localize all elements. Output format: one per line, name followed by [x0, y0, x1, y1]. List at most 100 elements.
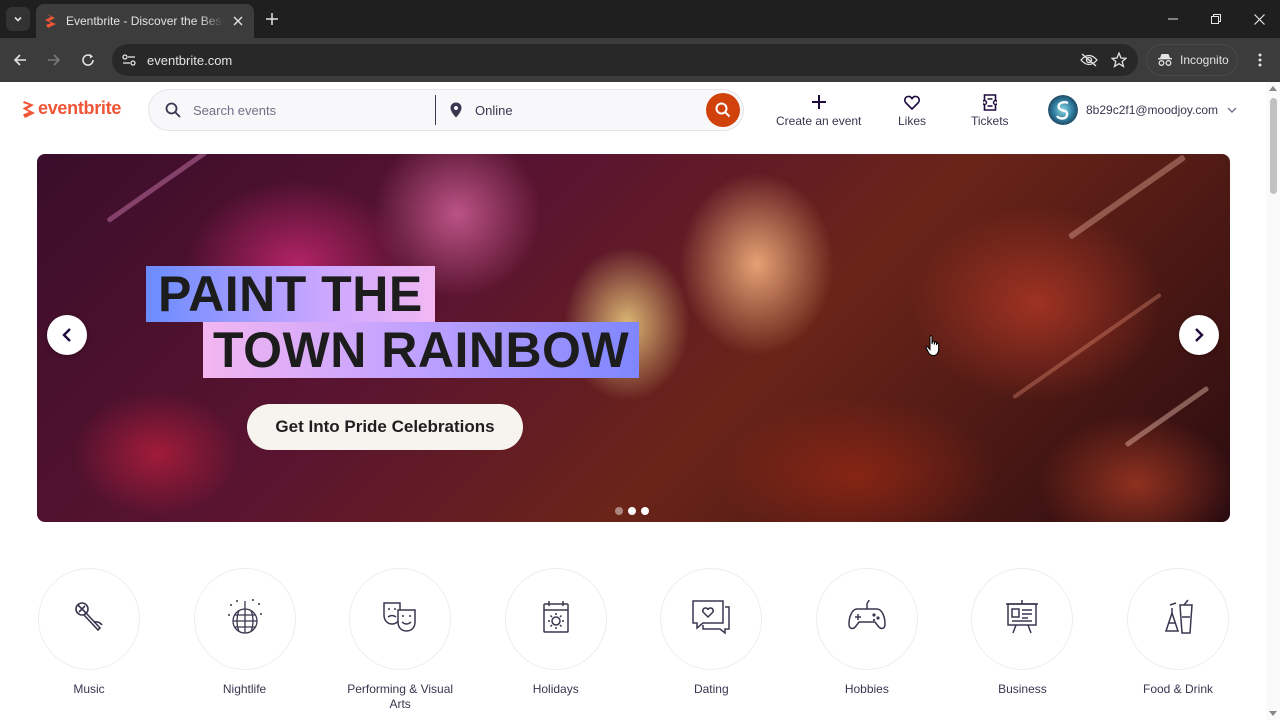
window-restore-button[interactable] — [1205, 8, 1227, 30]
food-drink-icon — [1158, 597, 1198, 642]
chevron-left-icon — [62, 328, 72, 342]
tab-search-button[interactable] — [6, 7, 30, 31]
create-event-label: Create an event — [776, 114, 861, 128]
window-close-button[interactable] — [1248, 8, 1270, 30]
category-icon-circle[interactable] — [38, 568, 140, 670]
browser-menu-button[interactable] — [1250, 50, 1270, 70]
ticket-icon — [980, 92, 1000, 112]
create-event-button[interactable]: Create an event — [776, 92, 861, 128]
search-submit-button[interactable] — [706, 93, 740, 127]
address-bar[interactable]: eventbrite.com — [112, 44, 1138, 76]
carousel-next-button[interactable] — [1179, 315, 1219, 355]
scroll-down-arrow-icon[interactable] — [1269, 711, 1277, 716]
category-icon-circle[interactable] — [349, 568, 451, 670]
plus-icon — [266, 13, 278, 25]
hero-carousel: PAINT THE TOWN RAINBOW Get Into Pride Ce… — [37, 154, 1230, 522]
location-input[interactable] — [475, 103, 685, 118]
category-icon-circle[interactable] — [1127, 568, 1229, 670]
calendar-sun-icon — [536, 597, 576, 642]
category-item[interactable]: Hobbies — [815, 568, 919, 697]
site-header: eventbrite Create an event — [0, 82, 1266, 138]
carousel-dot[interactable] — [641, 507, 649, 515]
category-item[interactable]: Performing & Visual Arts — [348, 568, 452, 712]
account-menu[interactable]: 8b29c2f1@moodjoy.com — [1048, 95, 1238, 125]
search-divider — [435, 95, 436, 125]
kebab-menu-icon — [1258, 53, 1262, 67]
search-events-input[interactable] — [193, 103, 433, 118]
category-list: Music Nightlife Performing & Visual Arts Ho… — [37, 568, 1230, 718]
forward-button[interactable] — [42, 48, 66, 72]
category-icon-circle[interactable] — [816, 568, 918, 670]
scroll-up-arrow-icon[interactable] — [1269, 86, 1277, 91]
category-item[interactable]: Food & Drink — [1126, 568, 1230, 697]
category-label[interactable]: Music — [29, 682, 149, 697]
category-label[interactable]: Dating — [651, 682, 771, 697]
category-icon-circle[interactable] — [660, 568, 762, 670]
category-icon-circle[interactable] — [971, 568, 1073, 670]
avatar — [1048, 95, 1078, 125]
incognito-indicator[interactable]: Incognito — [1146, 44, 1238, 76]
logo-text: eventbrite — [38, 98, 121, 119]
new-tab-button[interactable] — [262, 9, 282, 29]
browser-tab-active[interactable]: Eventbrite - Discover the Best Local Eve… — [36, 4, 254, 38]
account-email: 8b29c2f1@moodjoy.com — [1086, 103, 1218, 117]
url-text[interactable]: eventbrite.com — [147, 53, 1078, 68]
hero-decor-shard — [1068, 154, 1186, 239]
category-item[interactable]: Dating — [659, 568, 763, 697]
category-item[interactable]: Holidays — [504, 568, 608, 697]
window-minimize-button[interactable] — [1162, 8, 1184, 30]
search-icon — [715, 102, 731, 118]
hero-decor-shard — [1125, 386, 1210, 447]
restore-icon — [1211, 14, 1221, 24]
category-icon-circle[interactable] — [194, 568, 296, 670]
presentation-board-icon — [1002, 597, 1042, 642]
eventbrite-logo-mark-icon — [22, 99, 36, 119]
arrow-right-icon — [47, 53, 61, 67]
reload-button[interactable] — [76, 48, 100, 72]
hand-cursor-icon — [925, 335, 941, 357]
carousel-indicators — [615, 507, 649, 515]
hero-title-line-1: PAINT THE — [146, 266, 435, 322]
likes-label: Likes — [898, 114, 926, 128]
web-page: eventbrite Create an event — [0, 82, 1280, 720]
carousel-dot[interactable] — [615, 507, 623, 515]
category-label[interactable]: Business — [962, 682, 1082, 697]
category-icon-circle[interactable] — [505, 568, 607, 670]
category-item[interactable]: Business — [970, 568, 1074, 697]
carousel-prev-button[interactable] — [47, 315, 87, 355]
category-label[interactable]: Holidays — [496, 682, 616, 697]
hero-cta-button[interactable]: Get Into Pride Celebrations — [247, 404, 523, 450]
category-label[interactable]: Food & Drink — [1118, 682, 1238, 697]
chevron-down-icon — [13, 14, 23, 24]
page-scrollbar[interactable] — [1266, 82, 1280, 720]
browser-tabstrip: Eventbrite - Discover the Best Local Eve… — [0, 0, 1280, 38]
likes-button[interactable]: Likes — [898, 92, 926, 128]
scrollbar-thumb[interactable] — [1270, 98, 1277, 194]
theater-masks-icon — [380, 597, 420, 642]
reload-icon — [81, 53, 95, 67]
gamepad-icon — [845, 597, 889, 642]
tab-close-icon[interactable] — [230, 13, 246, 29]
disco-ball-icon — [223, 595, 267, 644]
tab-title: Eventbrite - Discover the Best Local Eve… — [66, 14, 224, 28]
category-label[interactable]: Nightlife — [185, 682, 305, 697]
incognito-icon — [1157, 53, 1173, 67]
eventbrite-favicon-icon — [44, 13, 58, 29]
tickets-button[interactable]: Tickets — [971, 92, 1009, 128]
eye-slash-icon[interactable] — [1078, 49, 1100, 71]
event-search-bar — [148, 89, 744, 131]
plus-icon — [809, 92, 829, 112]
chat-heart-icon — [689, 597, 733, 642]
bookmark-star-icon[interactable] — [1108, 49, 1130, 71]
carousel-dot[interactable] — [628, 507, 636, 515]
microphone-icon — [69, 597, 109, 642]
category-item[interactable]: Nightlife — [193, 568, 297, 697]
category-item[interactable]: Music — [37, 568, 141, 697]
back-button[interactable] — [8, 48, 32, 72]
eventbrite-logo[interactable]: eventbrite — [22, 98, 121, 119]
hero-decor-shard — [106, 154, 207, 223]
site-info-icon[interactable] — [120, 51, 138, 69]
hero-title-line-2: TOWN RAINBOW — [203, 322, 639, 378]
category-label[interactable]: Hobbies — [807, 682, 927, 697]
category-label[interactable]: Performing & Visual Arts — [340, 682, 460, 712]
